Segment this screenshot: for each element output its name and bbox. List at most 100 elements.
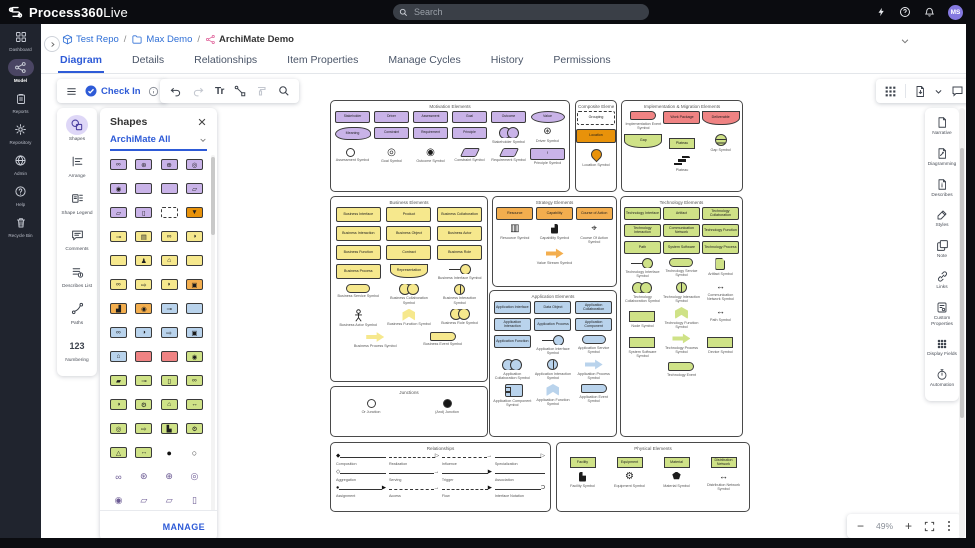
shape-artifact[interactable]: Artifact	[662, 207, 701, 220]
palette-shape-chip[interactable]: ▯	[135, 207, 152, 218]
shape-constraint-symbol[interactable]: Constraint Symbol	[450, 148, 489, 163]
palette-shape-chip[interactable]	[161, 183, 178, 194]
shape-application-interaction[interactable]: Application Interaction	[492, 318, 533, 331]
shape-artifact-symbol[interactable]: Artifact Symbol	[701, 258, 740, 276]
palette-shape-chip[interactable]: ▣	[186, 327, 203, 338]
shape-application-function-symbol[interactable]: Application Function Symbol	[533, 384, 574, 406]
more-options-kebab-icon[interactable]	[947, 520, 951, 532]
sidebar-item-admin[interactable]: Admin	[0, 152, 41, 176]
redo-icon[interactable]	[192, 86, 205, 97]
palette-shape-chip[interactable]: ⚙	[135, 399, 152, 410]
shape-value-stream-symbol[interactable]: Value Stream Symbol	[535, 248, 575, 265]
palette-shape-chip[interactable]: ∞	[110, 279, 127, 290]
shape-business-function-symbol[interactable]: Business Function Symbol	[384, 309, 435, 327]
palette-shape-chip[interactable]	[110, 255, 127, 266]
shape-application-collaboration[interactable]: Application Collaboration	[573, 301, 614, 314]
shape-technology-interface-symbol[interactable]: Technology Interface Symbol	[623, 258, 662, 278]
palette-shape-chip[interactable]: ◉	[110, 183, 127, 194]
tab-relationships[interactable]: Relationships	[192, 51, 259, 73]
right-tool-automation[interactable]: Automation	[925, 368, 959, 389]
shape-communication-network-symbol[interactable]: ↔Communication Network Symbol	[701, 282, 740, 301]
shape-application-component-symbol[interactable]: Application Component Symbol	[492, 384, 533, 407]
palette-shape-chip[interactable]: ⊸	[135, 375, 152, 386]
shape-facility[interactable]: Facility	[559, 453, 606, 468]
palette-shape-chip[interactable]: ⊸	[110, 231, 127, 242]
close-icon[interactable]	[197, 117, 207, 127]
right-tool-links[interactable]: Links	[925, 270, 959, 291]
palette-shape-chip[interactable]: ▱	[110, 207, 127, 218]
shape-business-collaboration[interactable]: Business Collaboration	[434, 207, 485, 222]
palette-shape-chip[interactable]: ⊛	[135, 159, 152, 170]
left-tool-shape-legend[interactable]: Shape Legend	[57, 189, 97, 217]
shape-application-interface-symbol[interactable]: Application Interface Symbol	[533, 335, 574, 355]
palette-shape-chip[interactable]: ◎	[186, 471, 203, 482]
canvas-group-strategy-elements[interactable]: Strategy ElementsResourceCapabilityCours…	[492, 196, 617, 287]
palette-shape-chip[interactable]: ⊸	[161, 303, 178, 314]
breadcrumb-collapse-caret-icon[interactable]	[900, 36, 910, 46]
shape-distribution-network-symbol[interactable]: ↔Distribution Network Symbol	[700, 472, 747, 491]
shape-outcome-symbol[interactable]: ◉Outcome Symbol	[411, 148, 450, 164]
zoom-out-button[interactable]: −	[857, 519, 864, 533]
palette-shape-chip[interactable]: ◉	[186, 351, 203, 362]
shape-distribution-network[interactable]: Distribution Network	[700, 453, 747, 468]
sidebar-item-help[interactable]: Help	[0, 183, 41, 207]
shape-and-junction[interactable]: (And) Junction	[409, 399, 485, 414]
shape-business-interaction-symbol[interactable]: Business Interaction Symbol	[434, 284, 485, 305]
shape-device-symbol[interactable]: Device Symbol	[701, 333, 740, 354]
global-search[interactable]	[393, 4, 649, 20]
canvas-group-application-elements[interactable]: Application ElementsApplication Interfac…	[489, 290, 617, 437]
shape-assessment-symbol[interactable]: Assessment Symbol	[333, 148, 372, 163]
palette-shape-chip[interactable]: ⌂	[110, 351, 127, 362]
palette-shape-chip[interactable]: ∞	[110, 159, 127, 170]
text-format-icon[interactable]: Tr	[215, 86, 224, 97]
relationship-trigger[interactable]: ▶ Trigger	[442, 469, 492, 482]
tab-item-properties[interactable]: Item Properties	[285, 51, 360, 73]
shape-application-process-symbol[interactable]: Application Process Symbol	[573, 359, 614, 380]
shape-business-actor-symbol[interactable]: Business Actor Symbol	[333, 309, 384, 328]
right-tool-styles[interactable]: Styles	[925, 209, 959, 229]
palette-shape-chip[interactable]: △	[110, 447, 127, 458]
shape-plateau[interactable]: Plateau	[663, 134, 702, 149]
shape-capability[interactable]: Capability	[535, 207, 575, 220]
breadcrumb-item-max-demo[interactable]: Max Demo	[131, 34, 192, 45]
grid-apps-icon[interactable]	[884, 85, 897, 98]
shape-application-component[interactable]: Application Component	[573, 318, 614, 331]
shape-technology-function[interactable]: Technology Function	[701, 224, 740, 237]
fit-screen-icon[interactable]	[924, 521, 935, 532]
palette-shape-chip[interactable]: ∞	[161, 231, 178, 242]
palette-shape-chip[interactable]: ◑	[186, 231, 203, 242]
palette-shape-chip[interactable]: ◉	[135, 303, 152, 314]
user-avatar[interactable]: MS	[948, 5, 963, 20]
check-in-button[interactable]: Check In	[85, 85, 141, 97]
right-tool-custom-properties[interactable]: Custom Properties	[925, 301, 959, 328]
shape-work-package[interactable]: Work Package	[663, 111, 702, 124]
shape-principle-symbol[interactable]: !Principle Symbol	[528, 148, 567, 166]
tab-details[interactable]: Details	[130, 51, 166, 73]
palette-shape-chip[interactable]: ▣	[186, 279, 203, 290]
shape-gap[interactable]: Gap	[624, 134, 663, 148]
canvas-group-implementation-migration-elements[interactable]: Implementation & Migration ElementsImple…	[621, 100, 743, 192]
shape-technology-collaboration[interactable]: Technology Collaboration	[701, 207, 740, 220]
collapse-panel-button[interactable]	[44, 36, 60, 52]
shape-business-function[interactable]: Business Function	[333, 245, 384, 260]
shape-equipment[interactable]: Equipment	[606, 453, 653, 468]
shape-course-of-action-symbol[interactable]: ⌖Course Of Action Symbol	[574, 224, 614, 244]
left-tool-paths[interactable]: Paths	[57, 299, 97, 327]
canvas-group-motivation-elements[interactable]: Motivation ElementsStakeholderDriverAsse…	[330, 100, 570, 192]
relationship-aggregation[interactable]: ◇ Aggregation	[336, 469, 386, 482]
shape-material-symbol[interactable]: ⬟Material Symbol	[653, 472, 700, 488]
shape-business-role-symbol[interactable]: Business Role Symbol	[434, 309, 485, 326]
canvas-scrollbar[interactable]	[959, 108, 965, 538]
shape-equipment-symbol[interactable]: ⚙Equipment Symbol	[606, 472, 653, 488]
shape-gap-symbol[interactable]: Gap Symbol	[701, 134, 740, 152]
undo-icon[interactable]	[169, 86, 182, 97]
shape-stakeholder-symbol[interactable]: Stakeholder Symbol	[489, 127, 528, 144]
shape-stakeholder[interactable]: Stakeholder	[333, 111, 372, 123]
relationship-assignment[interactable]: ●▶ Assignment	[336, 485, 386, 498]
zoom-search-icon[interactable]	[278, 85, 290, 97]
shape-capability-symbol[interactable]: ▟Capability Symbol	[535, 224, 575, 240]
info-icon[interactable]	[148, 86, 159, 97]
palette-shape-chip[interactable]: ∞	[110, 471, 127, 482]
shape-business-object[interactable]: Business Object	[384, 226, 435, 241]
shape-driver[interactable]: Driver	[372, 111, 411, 123]
